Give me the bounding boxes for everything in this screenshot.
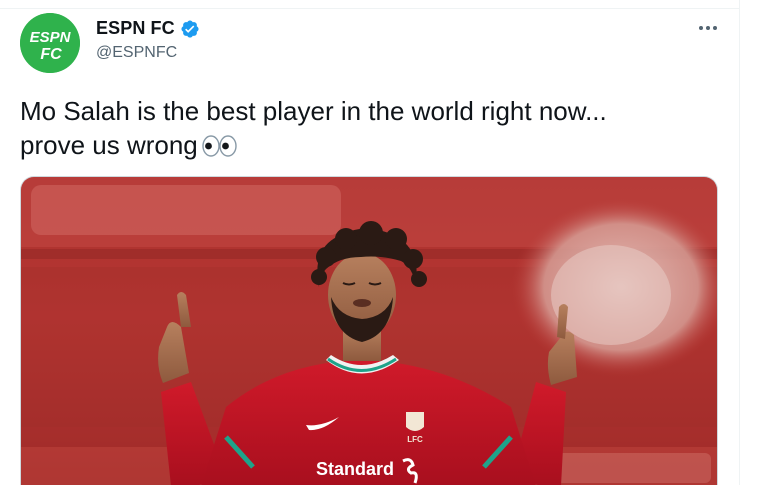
shirt-sponsor-text: Standard xyxy=(316,459,394,479)
avatar-logo-bottom: FC xyxy=(40,46,62,63)
tweet-text-line-2-text: prove us wrong xyxy=(20,130,198,160)
tweet-text-line-2: prove us wrong xyxy=(20,128,720,166)
column-divider xyxy=(739,0,740,485)
tweet-view: ESPN FC ESPN FC @ESPNFC Mo Salah is the … xyxy=(0,0,768,485)
more-dots-icon xyxy=(699,26,717,30)
author-name-row[interactable]: ESPN FC xyxy=(96,18,200,39)
handle[interactable]: @ESPNFC xyxy=(96,44,177,62)
tweet-text: Mo Salah is the best player in the world… xyxy=(20,94,720,166)
eyes-emoji-icon xyxy=(202,132,238,166)
espn-fc-logo: ESPN FC xyxy=(20,13,80,73)
avatar-logo-top: ESPN xyxy=(30,29,72,46)
salah-celebration-photo: LFC Standard xyxy=(21,177,717,485)
top-divider xyxy=(0,0,740,9)
lfc-crest-icon: LFC xyxy=(406,412,424,444)
avatar[interactable]: ESPN FC xyxy=(20,13,80,73)
tweet-photo[interactable]: LFC Standard xyxy=(20,176,718,485)
crest-label: LFC xyxy=(407,435,423,444)
more-options-button[interactable] xyxy=(694,16,722,40)
display-name[interactable]: ESPN FC xyxy=(96,18,175,39)
tweet-text-line-1: Mo Salah is the best player in the world… xyxy=(20,96,607,126)
verified-badge-icon xyxy=(180,19,200,39)
